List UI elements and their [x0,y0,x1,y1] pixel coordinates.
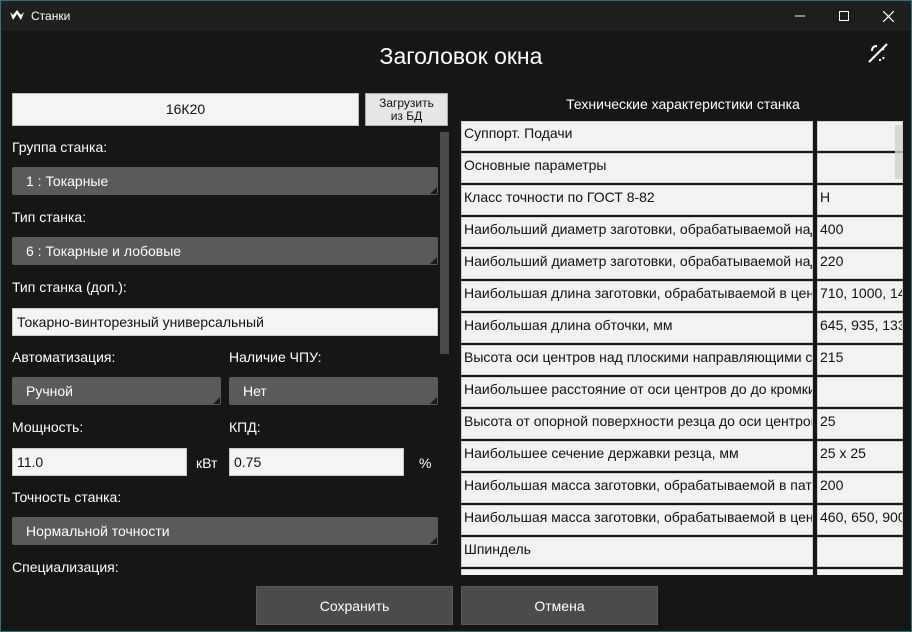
save-button[interactable]: Сохранить [256,586,453,625]
dropdown-corner-icon [213,397,220,404]
type-extra-label: Тип станка (доп.): [12,279,127,295]
close-icon [882,10,894,22]
table-row[interactable]: Наибольшая длина заготовки, обрабатываем… [461,281,907,311]
table-row[interactable]: Наибольшая масса заготовки, обрабатываем… [461,473,907,503]
table-row[interactable]: Наибольшее расстояние от оси центров до … [461,377,907,407]
spec-value-cell[interactable] [817,153,903,183]
spec-name-cell[interactable]: Наибольший диаметр заготовки, обрабатыва… [461,249,813,279]
spec-name-cell[interactable] [461,569,813,575]
spec-value-cell[interactable] [817,569,903,575]
spec-value-cell[interactable]: 25 х 25 [817,441,903,471]
minimize-button[interactable] [777,1,823,31]
precision-select-value: Нормальной точности [26,523,170,539]
spec-name-cell[interactable]: Основные параметры [461,153,813,183]
spec-name-cell[interactable]: Наибольшее расстояние от оси центров до … [461,377,813,407]
table-row[interactable]: Наибольшая масса заготовки, обрабатываем… [461,505,907,535]
automation-select[interactable]: Ручной [12,377,221,405]
specs-table: Суппорт. Подачи Основные параметры Класс т… [461,119,907,575]
table-row[interactable]: Наибольшее сечение державки резца, мм 25 … [461,441,907,471]
type-label: Тип станка: [12,209,87,225]
power-label: Мощность: [12,419,84,435]
spec-value-cell[interactable] [817,377,903,407]
table-row[interactable]: Наибольший диаметр заготовки, обрабатыва… [461,249,907,279]
spec-name-cell[interactable]: Наибольшая длина обточки, мм [461,313,813,343]
cnc-label: Наличие ЧПУ: [229,349,322,365]
group-select[interactable]: 1 : Токарные [12,167,438,195]
form-scrollbar[interactable] [440,132,449,354]
cancel-button[interactable]: Отмена [461,586,658,625]
group-label: Группа станка: [12,139,108,155]
spec-value-cell[interactable]: 710, 1000, 1400 [817,281,903,311]
machine-form-panel: 16К20 Загрузить из БД Группа станка: 1 :… [1,89,451,575]
automation-label: Автоматизация: [12,349,116,365]
spec-value-cell[interactable]: 215 [817,345,903,375]
spec-name-cell[interactable]: Класс точности по ГОСТ 8-82 [461,185,813,215]
dropdown-corner-icon [430,397,437,404]
table-row[interactable]: Высота оси центров над плоскими направля… [461,345,907,375]
spec-value-cell[interactable]: Н [817,185,903,215]
table-row[interactable]: Наибольший диаметр заготовки, обрабатыва… [461,217,907,247]
maximize-button[interactable] [821,1,867,31]
power-unit: кВт [196,455,218,471]
table-row[interactable]: Наибольшая длина обточки, мм 645, 935, 13… [461,313,907,343]
specialization-label: Специализация: [12,559,119,575]
theme-toggle-icon[interactable] [866,41,890,65]
table-row[interactable]: Класс точности по ГОСТ 8-82 Н [461,185,907,215]
table-row[interactable]: Шпиндель [461,537,907,567]
dropdown-corner-icon [430,537,437,544]
spec-name-cell[interactable]: Суппорт. Подачи [461,121,813,151]
type-select[interactable]: 6 : Токарные и лобовые [12,237,438,265]
spec-value-cell[interactable]: 200 [817,473,903,503]
efficiency-field[interactable]: 0.75 [229,448,404,476]
automation-select-value: Ручной [26,383,73,399]
spec-name-cell[interactable]: Наибольший диаметр заготовки, обрабатыва… [461,217,813,247]
spec-name-cell[interactable]: Наибольшая масса заготовки, обрабатываем… [461,473,813,503]
table-row[interactable]: Суппорт. Подачи [461,121,907,151]
load-from-db-button[interactable]: Загрузить из БД [365,93,448,126]
spec-name-cell[interactable]: Наибольшая масса заготовки, обрабатываем… [461,505,813,535]
maximize-icon [839,11,849,21]
type-extra-field[interactable]: Токарно-винторезный универсальный [12,308,438,336]
spec-value-cell[interactable] [817,537,903,567]
spec-name-cell[interactable]: Высота от опорной поверхности резца до о… [461,409,813,439]
spec-name-cell[interactable]: Высота оси центров над плоскими направля… [461,345,813,375]
spec-value-cell[interactable] [817,121,903,151]
window-title: Станки [31,9,71,23]
efficiency-unit: % [419,455,432,471]
cnc-select[interactable]: Нет [229,377,438,405]
title-bar[interactable]: Станки [1,1,911,31]
power-field[interactable]: 11.0 [12,448,187,476]
spec-value-cell[interactable]: 220 [817,249,903,279]
spec-value-cell[interactable]: 645, 935, 1335 [817,313,903,343]
app-logo-icon [10,10,24,20]
efficiency-label: КПД: [229,419,261,435]
load-button-label: Загрузить из БД [379,96,434,123]
specs-scrollbar[interactable] [895,125,903,179]
cnc-select-value: Нет [243,383,267,399]
table-row[interactable]: Высота от опорной поверхности резца до о… [461,409,907,439]
spec-value-cell[interactable]: 460, 650, 900 [817,505,903,535]
precision-label: Точность станка: [12,489,122,505]
group-select-value: 1 : Токарные [26,173,109,189]
spec-name-cell[interactable]: Наибольшее сечение державки резца, мм [461,441,813,471]
precision-select[interactable]: Нормальной точности [12,517,438,545]
table-row[interactable] [461,569,907,575]
spec-value-cell[interactable]: 25 [817,409,903,439]
page-title: Заголовок окна [379,43,543,69]
close-button[interactable] [865,1,911,31]
app-window: Станки Заголовок окна 16К20 Загрузить из… [0,0,912,632]
type-select-value: 6 : Токарные и лобовые [26,243,182,259]
spec-name-cell[interactable]: Наибольшая длина заготовки, обрабатываем… [461,281,813,311]
spec-name-cell[interactable]: Шпиндель [461,537,813,567]
specs-table-title: Технические характеристики станка [566,96,800,112]
spec-value-cell[interactable]: 400 [817,217,903,247]
machine-name-field[interactable]: 16К20 [12,93,359,126]
minimize-icon [795,15,805,17]
dropdown-corner-icon [430,187,437,194]
table-row[interactable]: Основные параметры [461,153,907,183]
dropdown-corner-icon [430,257,437,264]
